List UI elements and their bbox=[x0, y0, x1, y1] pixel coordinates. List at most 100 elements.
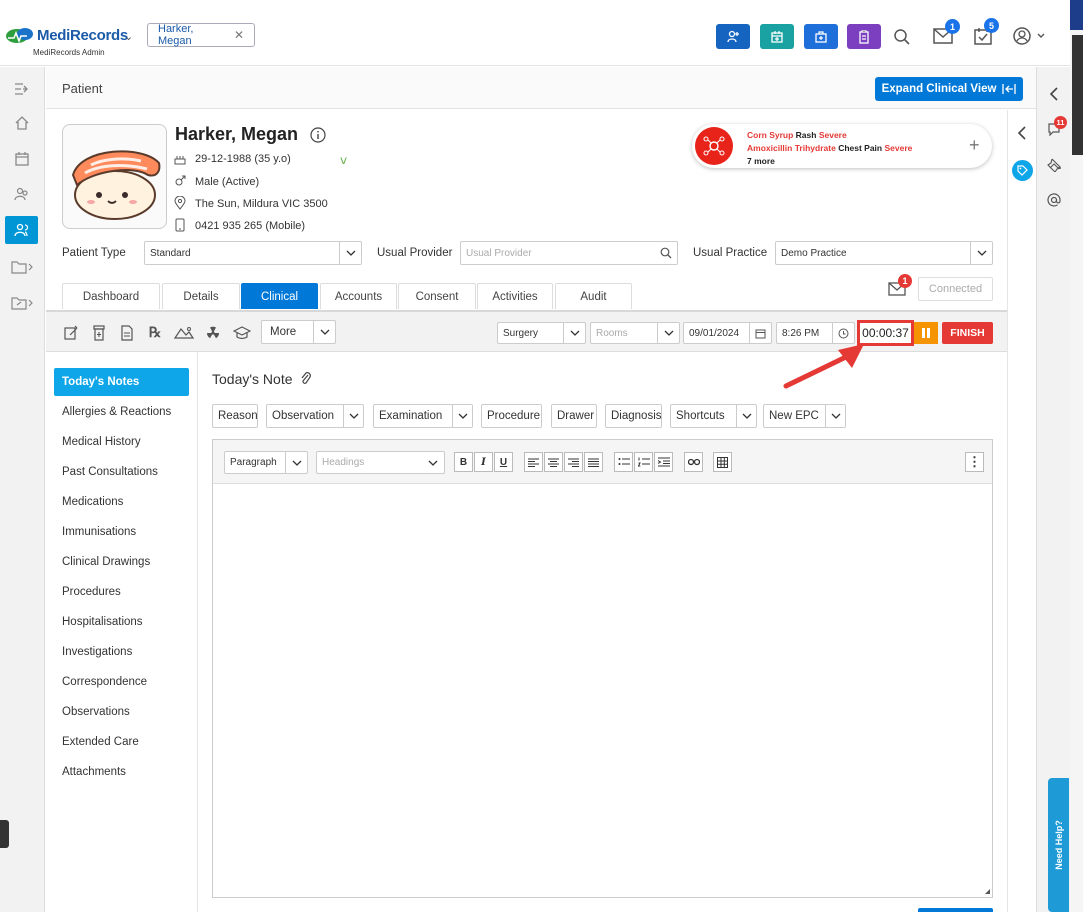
chevron-down-icon[interactable] bbox=[736, 405, 756, 427]
allergy-card[interactable]: Corn Syrup Rash Severe Amoxicillin Trihy… bbox=[692, 124, 992, 168]
italic-icon[interactable]: I bbox=[474, 452, 493, 472]
sidebar-item-hospitalisations[interactable]: Hospitalisations bbox=[54, 608, 189, 636]
chevron-left-icon[interactable] bbox=[1017, 126, 1027, 140]
more-options-icon[interactable]: ⋮ bbox=[965, 452, 984, 472]
pause-button[interactable] bbox=[914, 322, 938, 344]
chevron-down-icon[interactable] bbox=[422, 452, 444, 473]
align-center-icon[interactable] bbox=[544, 452, 563, 472]
radiation-icon[interactable] bbox=[204, 324, 222, 342]
calendar-icon[interactable] bbox=[749, 323, 771, 343]
sidebar-item-immunisations[interactable]: Immunisations bbox=[54, 518, 189, 546]
diagnosis-button[interactable]: Diagnosis bbox=[605, 404, 662, 428]
paperclip-icon[interactable] bbox=[300, 372, 312, 386]
chevron-left-icon[interactable] bbox=[1049, 87, 1059, 101]
link-icon[interactable] bbox=[684, 452, 703, 472]
pin-icon[interactable] bbox=[1047, 158, 1061, 172]
procedure-button[interactable]: Procedure bbox=[481, 404, 542, 428]
brand-logo[interactable] bbox=[5, 26, 35, 44]
expand-nav-icon[interactable] bbox=[8, 75, 36, 103]
tab-details[interactable]: Details bbox=[162, 283, 240, 309]
folder-share-icon[interactable] bbox=[8, 289, 36, 317]
home-icon[interactable] bbox=[8, 109, 36, 137]
bullet-list-icon[interactable] bbox=[614, 452, 633, 472]
indent-icon[interactable] bbox=[654, 452, 673, 472]
chevron-down-icon[interactable] bbox=[563, 323, 585, 343]
usual-practice-select[interactable]: Demo Practice bbox=[775, 241, 993, 265]
drawer-button[interactable]: Drawer bbox=[551, 404, 597, 428]
observation-dropdown[interactable]: Observation bbox=[266, 404, 364, 428]
edit-note-icon[interactable] bbox=[62, 324, 80, 342]
allergies-more[interactable]: 7 more bbox=[747, 156, 775, 166]
prescription-bottle-icon[interactable] bbox=[90, 324, 108, 342]
connected-button[interactable]: Connected bbox=[918, 277, 993, 301]
tag-icon[interactable] bbox=[1012, 160, 1033, 181]
search-icon[interactable] bbox=[655, 242, 677, 264]
rx-icon[interactable]: ℞ bbox=[146, 324, 164, 342]
headings-select[interactable]: Headings bbox=[316, 451, 445, 474]
note-editor[interactable] bbox=[212, 439, 993, 898]
document-icon[interactable] bbox=[118, 324, 136, 342]
save-button-edge[interactable] bbox=[918, 908, 993, 912]
numbered-list-icon[interactable] bbox=[634, 452, 653, 472]
chevron-down-icon[interactable] bbox=[970, 242, 992, 264]
tab-clinical[interactable]: Clinical bbox=[241, 283, 318, 309]
clock-icon[interactable] bbox=[832, 323, 854, 343]
need-help-button[interactable]: Need Help? bbox=[1048, 778, 1069, 912]
sidebar-item-clinical-drawings[interactable]: Clinical Drawings bbox=[54, 548, 189, 576]
mention-icon[interactable] bbox=[1047, 193, 1061, 207]
underline-icon[interactable]: U bbox=[494, 452, 513, 472]
sidebar-item-procedures[interactable]: Procedures bbox=[54, 578, 189, 606]
chevron-down-icon[interactable] bbox=[285, 452, 307, 473]
chevron-down-icon[interactable] bbox=[825, 405, 845, 427]
align-left-icon[interactable] bbox=[524, 452, 543, 472]
tab-dashboard[interactable]: Dashboard bbox=[62, 283, 160, 309]
brand-name[interactable]: MediRecords bbox=[37, 27, 128, 44]
medical-kit-button[interactable] bbox=[804, 24, 838, 49]
sidebar-item-observations[interactable]: Observations bbox=[54, 698, 189, 726]
info-icon[interactable] bbox=[310, 127, 326, 143]
sidebar-item-medications[interactable]: Medications bbox=[54, 488, 189, 516]
align-right-icon[interactable] bbox=[564, 452, 583, 472]
finish-button[interactable]: FINISH bbox=[942, 322, 993, 344]
chevron-down-icon[interactable] bbox=[452, 405, 472, 427]
expand-clinical-view-button[interactable]: Expand Clinical View bbox=[875, 77, 1023, 101]
more-dropdown[interactable]: More bbox=[261, 320, 336, 344]
table-icon[interactable] bbox=[713, 452, 732, 472]
chevron-down-icon[interactable] bbox=[657, 323, 679, 343]
shortcuts-dropdown[interactable]: Shortcuts bbox=[670, 404, 757, 428]
chevron-down-icon[interactable] bbox=[339, 242, 361, 264]
sidebar-item-allergies[interactable]: Allergies & Reactions bbox=[54, 398, 189, 426]
chevron-down-icon[interactable] bbox=[343, 405, 363, 427]
date-input[interactable]: 09/01/2024 bbox=[683, 322, 772, 344]
sidebar-item-investigations[interactable]: Investigations bbox=[54, 638, 189, 666]
add-allergy-icon[interactable]: + bbox=[969, 136, 980, 154]
sidebar-item-past-consultations[interactable]: Past Consultations bbox=[54, 458, 189, 486]
sidebar-item-todays-notes[interactable]: Today's Notes bbox=[54, 368, 189, 396]
user-account-icon[interactable] bbox=[1012, 26, 1048, 46]
paragraph-select[interactable]: Paragraph bbox=[224, 451, 308, 474]
surgery-select[interactable]: Surgery bbox=[497, 322, 586, 344]
folder-icon[interactable] bbox=[8, 253, 36, 281]
tab-activities[interactable]: Activities bbox=[477, 283, 553, 309]
patients-group-icon[interactable] bbox=[8, 180, 36, 208]
education-cap-icon[interactable] bbox=[232, 324, 252, 342]
calendar-icon[interactable] bbox=[8, 145, 36, 173]
side-handle-icon[interactable] bbox=[0, 820, 9, 848]
sidebar-item-attachments[interactable]: Attachments bbox=[54, 758, 189, 786]
clipboard-button[interactable] bbox=[847, 24, 881, 49]
scan-icon[interactable] bbox=[173, 324, 195, 342]
tab-audit[interactable]: Audit bbox=[555, 283, 632, 309]
bold-icon[interactable]: B bbox=[454, 452, 473, 472]
tab-consent[interactable]: Consent bbox=[398, 283, 476, 309]
close-icon[interactable]: ✕ bbox=[234, 28, 244, 42]
new-epc-dropdown[interactable]: New EPC bbox=[763, 404, 846, 428]
sidebar-item-extended-care[interactable]: Extended Care bbox=[54, 728, 189, 756]
time-input[interactable]: 8:26 PM bbox=[776, 322, 855, 344]
examination-dropdown[interactable]: Examination bbox=[373, 404, 473, 428]
patient-icon[interactable] bbox=[5, 216, 38, 244]
resize-handle-icon[interactable] bbox=[985, 889, 990, 894]
search-icon[interactable] bbox=[893, 28, 911, 46]
avatar[interactable] bbox=[62, 124, 167, 229]
reason-button[interactable]: Reason bbox=[212, 404, 258, 428]
usual-provider-input[interactable]: Usual Provider bbox=[460, 241, 678, 265]
